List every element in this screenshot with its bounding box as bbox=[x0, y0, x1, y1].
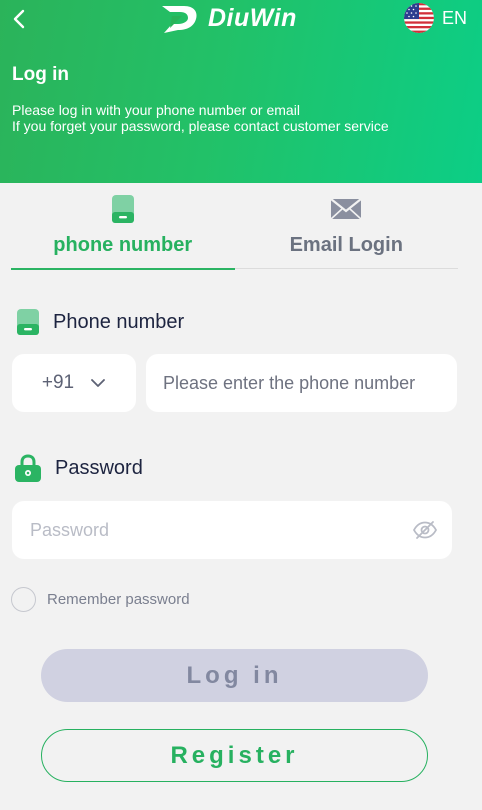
password-label: Password bbox=[14, 453, 143, 483]
tab-label: Email Login bbox=[289, 234, 403, 256]
page-title: Log in bbox=[12, 64, 69, 85]
header: DiuWin EN Log in Please log in with your… bbox=[0, 0, 482, 183]
phone-number-label-text: Phone number bbox=[53, 310, 185, 333]
phone-number-placeholder: Please enter the phone number bbox=[163, 372, 416, 393]
remember-password-radio[interactable] bbox=[11, 587, 36, 612]
remember-password[interactable]: Remember password bbox=[11, 587, 190, 612]
language-selector[interactable]: EN bbox=[404, 3, 467, 33]
page-subtitle: Please log in with your phone number or … bbox=[12, 102, 389, 134]
phone-icon bbox=[111, 195, 134, 223]
eye-off-icon[interactable] bbox=[412, 520, 438, 540]
tab-label: phone number bbox=[53, 234, 193, 256]
register-button[interactable]: Register bbox=[41, 729, 428, 782]
subtitle-line-2: If you forget your password, please cont… bbox=[12, 118, 389, 134]
brand-name: DiuWin bbox=[208, 3, 297, 32]
chevron-left-icon bbox=[13, 9, 25, 29]
tab-phone-number[interactable]: phone number bbox=[11, 190, 235, 270]
language-label: EN bbox=[442, 7, 468, 28]
login-button[interactable]: Log in bbox=[41, 649, 428, 702]
login-method-tabs: phone number Email Login bbox=[11, 190, 459, 270]
lock-icon bbox=[15, 454, 41, 482]
password-label-text: Password bbox=[55, 456, 143, 479]
phone-number-input[interactable]: Please enter the phone number bbox=[146, 354, 457, 412]
password-input[interactable]: Password bbox=[12, 501, 452, 559]
country-code-select[interactable]: +91 bbox=[12, 354, 136, 412]
back-button[interactable] bbox=[6, 6, 32, 32]
subtitle-line-1: Please log in with your phone number or … bbox=[12, 102, 300, 118]
password-placeholder: Password bbox=[30, 519, 110, 540]
chevron-down-icon bbox=[91, 379, 106, 387]
country-code-value: +91 bbox=[41, 372, 75, 393]
us-flag-icon bbox=[404, 3, 434, 33]
brand-mark-icon bbox=[162, 6, 197, 33]
phone-icon bbox=[17, 309, 39, 335]
remember-password-label: Remember password bbox=[47, 591, 190, 608]
brand-logo: DiuWin bbox=[158, 0, 297, 36]
tab-email-login[interactable]: Email Login bbox=[235, 190, 459, 269]
envelope-icon bbox=[330, 198, 362, 220]
phone-number-label: Phone number bbox=[16, 308, 184, 336]
